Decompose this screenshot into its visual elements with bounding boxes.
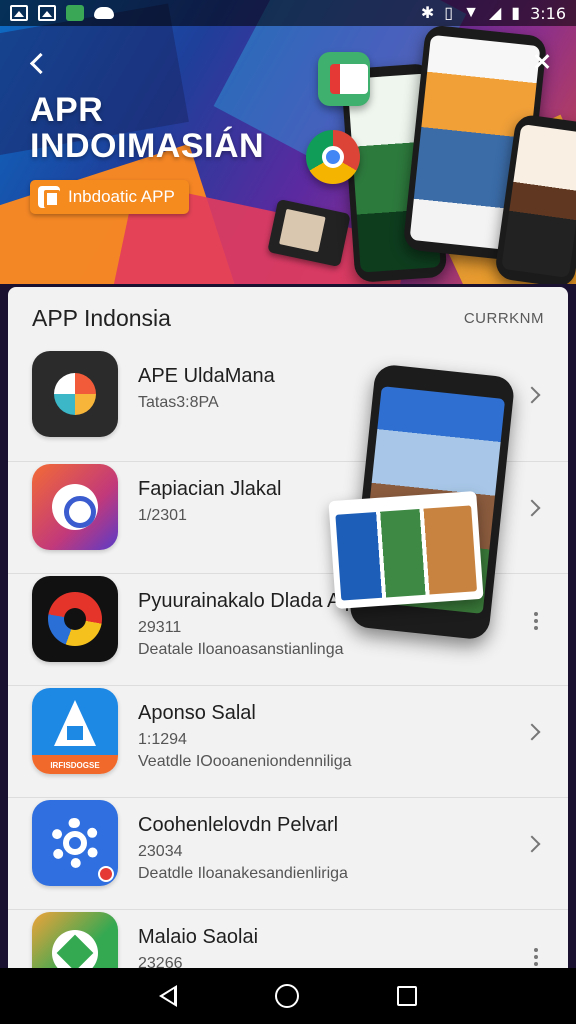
hero-title-line2: INDOIMASIÁN: [30, 127, 265, 165]
list-title: APP Indonsia: [32, 304, 171, 331]
navigation-bar: [0, 968, 576, 1024]
signal-icon: ◢: [488, 5, 502, 22]
app-name: Aponso Salal: [138, 702, 256, 724]
notification-badge: [98, 866, 114, 882]
gallery-icon: [38, 5, 56, 21]
wifi-icon: ▼: [463, 4, 479, 21]
status-bar: ✱ ▯ ▼ ◢ ▮ 3:16: [0, 0, 576, 26]
app-icon: [32, 576, 118, 662]
more-vert-icon[interactable]: [534, 948, 540, 968]
hero-title: APR INDOIMASIÁN: [30, 92, 264, 164]
more-vert-icon[interactable]: [534, 612, 540, 632]
nav-recents-icon[interactable]: [397, 986, 417, 1006]
vibrate-icon: ▯: [444, 5, 454, 22]
app-description: Veatdle IOooaneniondenniliga: [138, 753, 352, 770]
cloud-icon: [94, 7, 114, 19]
image-icon: [10, 5, 28, 21]
list-header: APP Indonsia CURRKNM: [8, 287, 568, 349]
battery-icon: ▮: [511, 5, 521, 22]
bluetooth-icon: ✱: [420, 5, 435, 22]
list-item[interactable]: IRFISDOGSE Aponso Salal 1:1294 Veatdle I…: [8, 685, 568, 797]
app-icon: [38, 186, 60, 208]
hero-cta-button[interactable]: Inbdoatic APP: [30, 180, 189, 214]
app-name: Malaio Saolai: [138, 926, 259, 948]
status-time: 3:16: [530, 3, 566, 23]
app-icon-caption: IRFISDOGSE: [50, 761, 100, 770]
app-icon: [32, 464, 118, 550]
app-meta: 1:1294: [138, 731, 187, 748]
store-app-icon: [318, 52, 370, 106]
app-icon: [32, 351, 118, 437]
app-icon: IRFISDOGSE: [32, 688, 118, 774]
hero-title-line1: APR: [30, 91, 104, 129]
app-meta: 23034: [138, 843, 183, 860]
store-icon: [66, 5, 84, 21]
chevron-right-icon[interactable]: [524, 385, 544, 405]
chrome-icon: [306, 130, 360, 184]
settings-app-icon: [32, 800, 118, 886]
app-description: Deatdle Iloanakesandienliriga: [138, 865, 348, 882]
nav-home-icon[interactable]: [275, 984, 299, 1008]
list-header-action[interactable]: CURRKNM: [464, 310, 544, 327]
photo-card-illustration: [328, 490, 484, 610]
close-icon[interactable]: [530, 50, 554, 74]
chevron-right-icon[interactable]: [524, 834, 544, 854]
list-item[interactable]: Malaio Saolai 23266: [8, 909, 568, 977]
nav-back-icon[interactable]: [159, 985, 177, 1007]
back-arrow-icon[interactable]: [22, 48, 52, 78]
chevron-right-icon[interactable]: [524, 722, 544, 742]
hero-banner: APR INDOIMASIÁN Inbdoatic APP: [0, 0, 576, 284]
app-name: Coohenlelovdn Pelvarl: [138, 814, 339, 836]
app-description: Deatale Iloanoasanstianlinga: [138, 641, 344, 658]
list-item[interactable]: Coohenlelovdn Pelvarl 23034 Deatdle Iloa…: [8, 797, 568, 909]
chevron-right-icon[interactable]: [524, 498, 544, 518]
hero-cta-label: Inbdoatic APP: [68, 187, 175, 206]
